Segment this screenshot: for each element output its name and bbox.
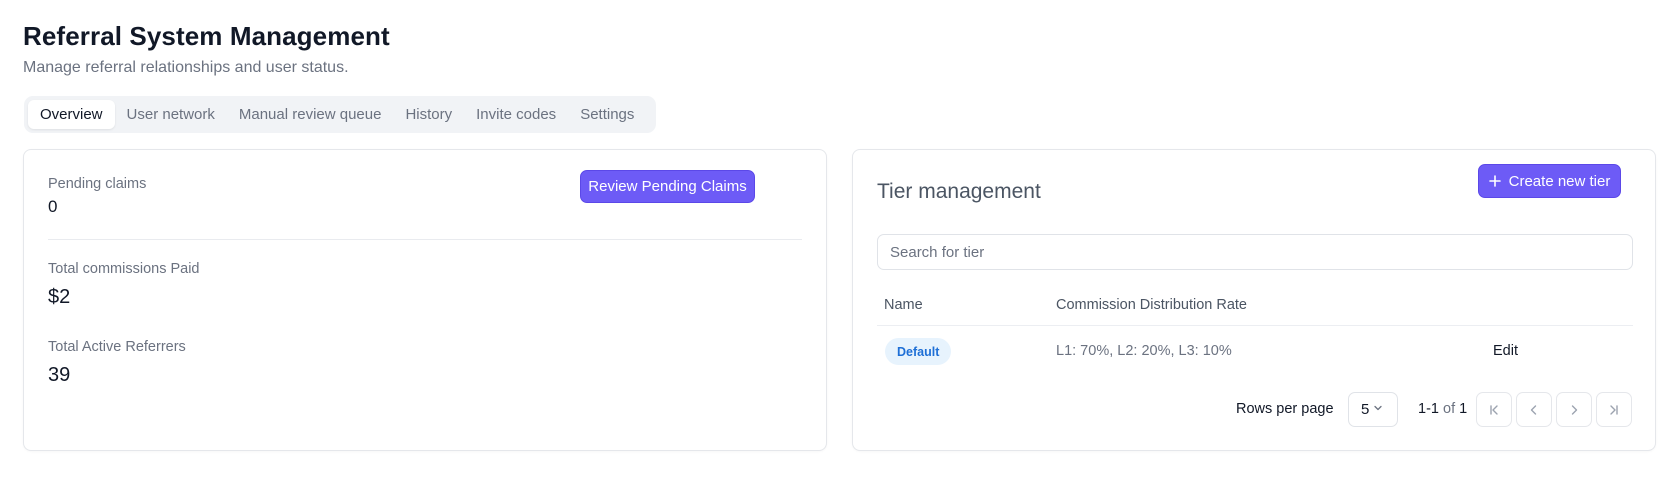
tier-name-badge: Default [885, 338, 952, 365]
total-active-referrers-label: Total Active Referrers [48, 339, 186, 355]
chevron-right-icon [1567, 403, 1581, 417]
pending-claims-label: Pending claims [48, 176, 147, 192]
total-active-referrers-value: 39 [48, 364, 71, 386]
total-commissions-label: Total commissions Paid [48, 261, 200, 277]
review-pending-claims-button[interactable]: Review Pending Claims [580, 170, 755, 203]
chevron-left-icon [1527, 403, 1541, 417]
tab-bar: Overview User network Manual review queu… [24, 96, 656, 133]
first-page-button[interactable] [1476, 392, 1512, 427]
create-new-tier-label: Create new tier [1508, 172, 1611, 190]
pagination-total: 1 [1459, 401, 1468, 417]
rows-per-page-label: Rows per page [1236, 401, 1334, 417]
total-commissions-value: $2 [48, 286, 71, 308]
tier-management-card: Tier management Create new tier Name Com… [852, 149, 1656, 451]
column-header-name: Name [884, 297, 923, 313]
pagination-of-label: of [1443, 401, 1456, 417]
tab-history[interactable]: History [393, 100, 464, 129]
last-page-button[interactable] [1596, 392, 1632, 427]
header-divider [877, 325, 1633, 326]
next-page-button[interactable] [1556, 392, 1592, 427]
rows-per-page-value: 5 [1361, 401, 1370, 418]
pending-claims-value: 0 [48, 197, 58, 216]
tier-commission-rate: L1: 70%, L2: 20%, L3: 10% [1056, 343, 1232, 359]
tab-user-network[interactable]: User network [115, 100, 227, 129]
page-title: Referral System Management [23, 21, 390, 51]
previous-page-button[interactable] [1516, 392, 1552, 427]
column-header-commission-rate: Commission Distribution Rate [1056, 297, 1247, 313]
overview-stats-card: Pending claims 0 Review Pending Claims T… [23, 149, 827, 451]
chevrons-left-icon [1487, 403, 1501, 417]
stats-divider [48, 239, 802, 240]
page-subtitle: Manage referral relationships and user s… [23, 59, 349, 76]
tab-settings[interactable]: Settings [568, 100, 646, 129]
plus-icon [1488, 175, 1501, 187]
tab-overview[interactable]: Overview [28, 100, 115, 129]
pagination-range: 1-1 of 1 [1418, 401, 1467, 417]
tab-manual-review-queue[interactable]: Manual review queue [227, 100, 394, 129]
create-new-tier-button[interactable]: Create new tier [1478, 164, 1621, 198]
rows-per-page-select[interactable]: 5 [1348, 392, 1398, 427]
chevron-down-icon [1373, 403, 1383, 416]
pagination-range-value: 1-1 [1418, 401, 1439, 417]
chevrons-right-icon [1607, 403, 1621, 417]
page: Referral System Management Manage referr… [0, 0, 1668, 487]
edit-tier-button[interactable]: Edit [1493, 343, 1518, 359]
tab-invite-codes[interactable]: Invite codes [464, 100, 568, 129]
tier-management-title: Tier management [877, 180, 1041, 203]
tier-search-input[interactable] [877, 234, 1633, 270]
